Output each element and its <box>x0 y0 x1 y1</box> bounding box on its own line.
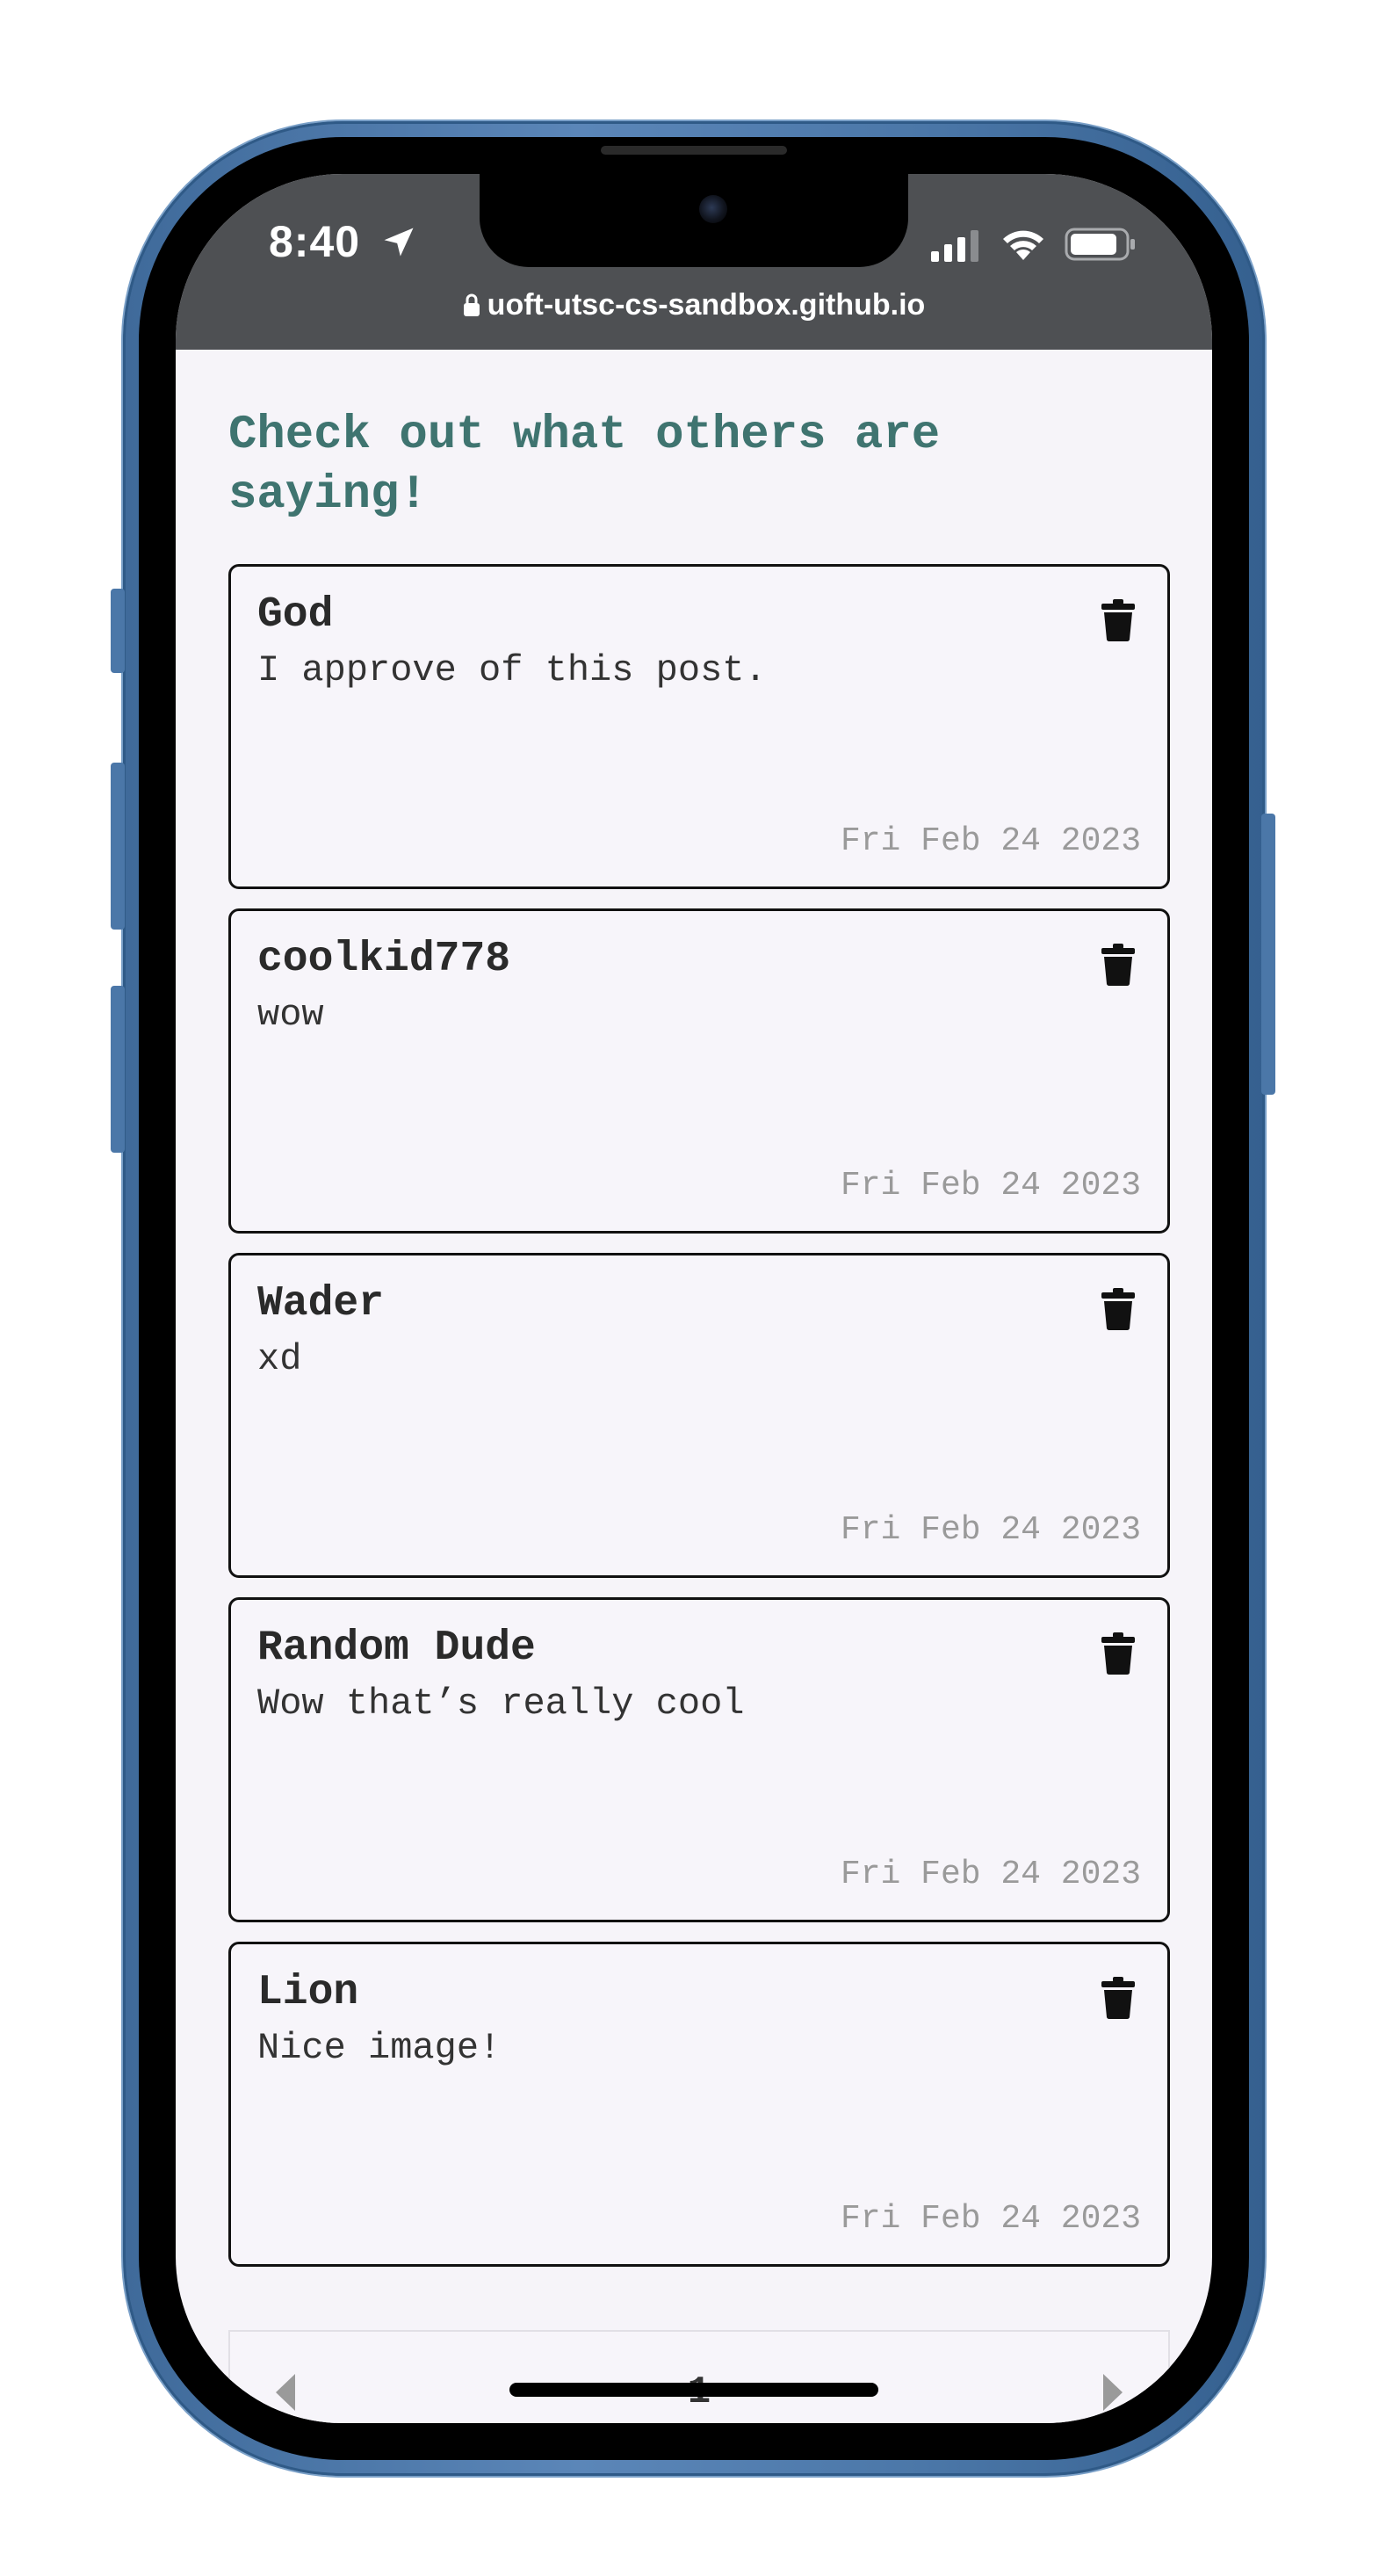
comment-author: Wader <box>257 1280 385 1328</box>
comment-date: Fri Feb 24 2023 <box>840 2200 1141 2238</box>
comment-message: wow <box>257 994 324 1036</box>
comment-author: coolkid778 <box>257 936 511 983</box>
status-time: 8:40 <box>269 217 361 266</box>
comment-date: Fri Feb 24 2023 <box>840 1856 1141 1893</box>
power-button <box>1261 814 1275 1095</box>
comment-date: Fri Feb 24 2023 <box>840 822 1141 860</box>
comment-author: God <box>257 591 334 639</box>
trash-icon[interactable] <box>1101 1632 1136 1675</box>
mute-switch <box>111 589 125 673</box>
caret-right-icon[interactable] <box>1100 2370 1126 2414</box>
home-indicator <box>509 2383 878 2397</box>
location-arrow-icon <box>384 228 414 257</box>
comment-card: God I approve of this post. Fri Feb 24 202… <box>228 564 1170 889</box>
page-title: Check out what others are saying! <box>228 409 941 522</box>
trash-icon[interactable] <box>1101 943 1136 987</box>
comment-card: Lion Nice image! Fri Feb 24 2023 <box>228 1942 1170 2267</box>
comment-author: Lion <box>257 1969 359 2016</box>
front-camera <box>699 195 727 223</box>
page-content: Check out what others are saying! God I a… <box>176 350 1212 2423</box>
comment-message: xd <box>257 1338 302 1380</box>
wifi-icon <box>1003 230 1043 260</box>
lock-icon <box>463 293 480 316</box>
comment-message: I approve of this post. <box>257 649 767 691</box>
comment-card: Wader xd Fri Feb 24 2023 <box>228 1253 1170 1578</box>
notch <box>480 174 908 267</box>
url-bar[interactable]: uoft-utsc-cs-sandbox.github.io <box>176 288 1212 322</box>
battery-icon <box>1065 228 1135 261</box>
trash-icon[interactable] <box>1101 1976 1136 2020</box>
trash-icon[interactable] <box>1101 1287 1136 1331</box>
comment-date: Fri Feb 24 2023 <box>840 1511 1141 1549</box>
earpiece-speaker <box>601 146 787 155</box>
comment-card: coolkid778 wow Fri Feb 24 2023 <box>228 908 1170 1234</box>
volume-up-button <box>111 763 125 930</box>
pagination: 1 <box>228 2330 1170 2423</box>
comment-date: Fri Feb 24 2023 <box>840 1167 1141 1205</box>
url-text: uoft-utsc-cs-sandbox.github.io <box>487 288 926 322</box>
status-bar: 8:40 uoft-utsc-cs-sandbox.github.io <box>176 174 1212 350</box>
comment-message: Wow that’s really cool <box>257 1682 745 1725</box>
trash-icon[interactable] <box>1101 598 1136 642</box>
cellular-signal-icon <box>931 230 978 262</box>
phone-screen: 8:40 uoft-utsc-cs-sandbox.github.io Chec… <box>176 174 1212 2423</box>
comment-card: Random Dude Wow that’s really cool Fri Feb… <box>228 1597 1170 1922</box>
comment-author: Random Dude <box>257 1624 536 1672</box>
comment-message: Nice image! <box>257 2027 502 2069</box>
volume-down-button <box>111 986 125 1153</box>
